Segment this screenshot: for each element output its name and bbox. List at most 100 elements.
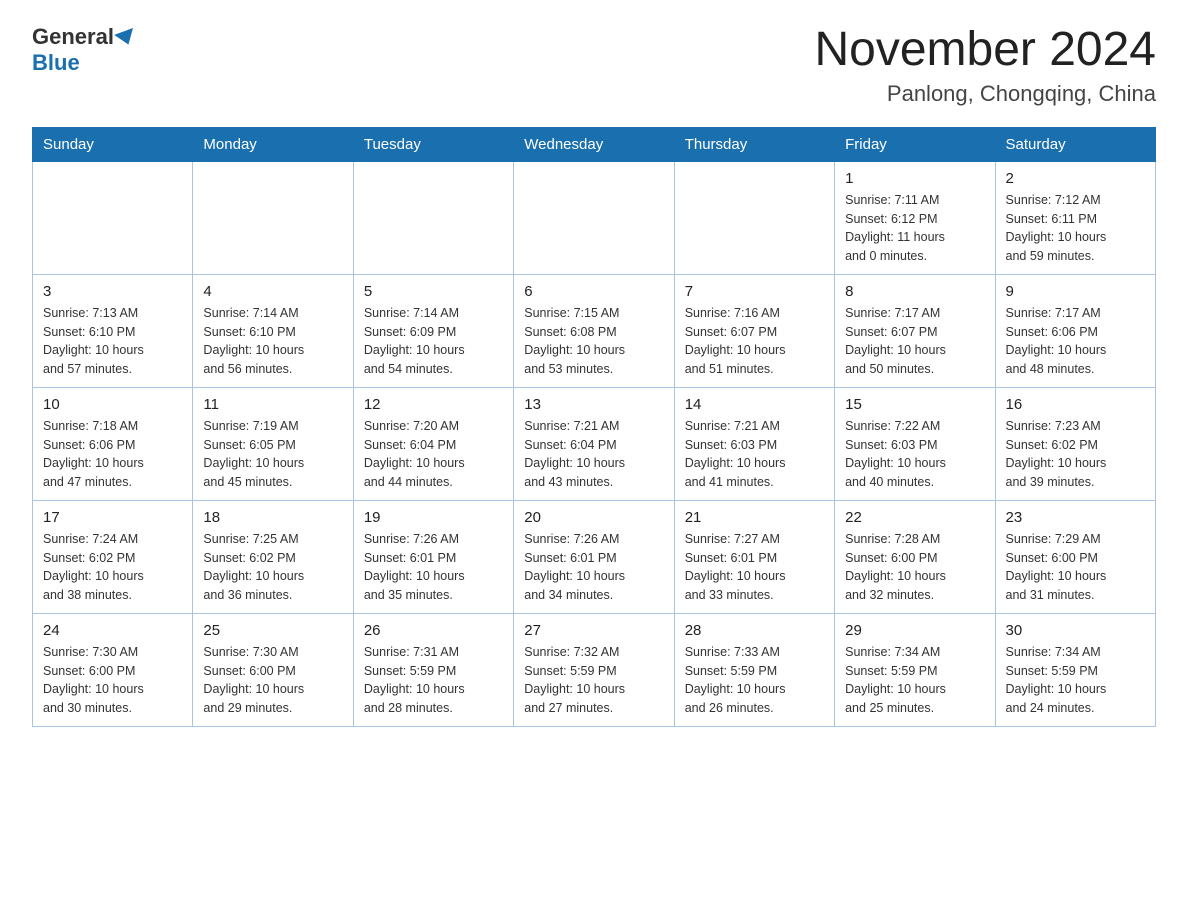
calendar-cell [674,161,834,274]
calendar-cell: 22 Sunrise: 7:28 AM Sunset: 6:00 PM Dayli… [835,500,995,613]
day-info: Sunrise: 7:18 AM Sunset: 6:06 PM Dayligh… [43,417,182,492]
day-info: Sunrise: 7:34 AM Sunset: 5:59 PM Dayligh… [1006,643,1145,718]
day-info: Sunrise: 7:21 AM Sunset: 6:04 PM Dayligh… [524,417,663,492]
day-info: Sunrise: 7:22 AM Sunset: 6:03 PM Dayligh… [845,417,984,492]
day-info: Sunrise: 7:12 AM Sunset: 6:11 PM Dayligh… [1006,191,1145,266]
calendar-cell: 13 Sunrise: 7:21 AM Sunset: 6:04 PM Dayli… [514,387,674,500]
calendar-cell: 2 Sunrise: 7:12 AM Sunset: 6:11 PM Daylig… [995,161,1155,274]
calendar-cell: 10 Sunrise: 7:18 AM Sunset: 6:06 PM Dayli… [33,387,193,500]
day-info: Sunrise: 7:24 AM Sunset: 6:02 PM Dayligh… [43,530,182,605]
day-info: Sunrise: 7:34 AM Sunset: 5:59 PM Dayligh… [845,643,984,718]
day-number: 10 [43,396,182,413]
calendar-cell: 29 Sunrise: 7:34 AM Sunset: 5:59 PM Dayli… [835,613,995,726]
calendar-cell: 27 Sunrise: 7:32 AM Sunset: 5:59 PM Dayli… [514,613,674,726]
calendar-header-row: SundayMondayTuesdayWednesdayThursdayFrid… [33,127,1156,161]
column-header-thursday: Thursday [674,127,834,161]
calendar-cell: 16 Sunrise: 7:23 AM Sunset: 6:02 PM Dayli… [995,387,1155,500]
calendar-cell: 26 Sunrise: 7:31 AM Sunset: 5:59 PM Dayli… [353,613,513,726]
day-number: 21 [685,509,824,526]
day-info: Sunrise: 7:23 AM Sunset: 6:02 PM Dayligh… [1006,417,1145,492]
day-number: 24 [43,622,182,639]
day-number: 6 [524,283,663,300]
calendar-cell: 5Sunrise: 7:14 AM Sunset: 6:09 PM Daylig… [353,274,513,387]
title-area: November 2024 Panlong, Chongqing, China [814,24,1156,107]
calendar-cell: 9Sunrise: 7:17 AM Sunset: 6:06 PM Daylig… [995,274,1155,387]
calendar-cell: 28Sunrise: 7:33 AM Sunset: 5:59 PM Dayli… [674,613,834,726]
day-info: Sunrise: 7:19 AM Sunset: 6:05 PM Dayligh… [203,417,342,492]
calendar-cell: 23 Sunrise: 7:29 AM Sunset: 6:00 PM Dayli… [995,500,1155,613]
day-info: Sunrise: 7:25 AM Sunset: 6:02 PM Dayligh… [203,530,342,605]
calendar-table: SundayMondayTuesdayWednesdayThursdayFrid… [32,127,1156,727]
day-number: 19 [364,509,503,526]
column-header-sunday: Sunday [33,127,193,161]
calendar-cell: 18 Sunrise: 7:25 AM Sunset: 6:02 PM Dayli… [193,500,353,613]
day-number: 4 [203,283,342,300]
day-info: Sunrise: 7:30 AM Sunset: 6:00 PM Dayligh… [203,643,342,718]
logo-blue-text: Blue [32,50,136,76]
calendar-cell: 6Sunrise: 7:15 AM Sunset: 6:08 PM Daylig… [514,274,674,387]
calendar-cell: 15Sunrise: 7:22 AM Sunset: 6:03 PM Dayli… [835,387,995,500]
day-info: Sunrise: 7:33 AM Sunset: 5:59 PM Dayligh… [685,643,824,718]
day-number: 29 [845,622,984,639]
day-number: 25 [203,622,342,639]
logo-general-text: General [32,24,114,50]
calendar-week-row: 17 Sunrise: 7:24 AM Sunset: 6:02 PM Dayli… [33,500,1156,613]
day-number: 27 [524,622,663,639]
day-info: Sunrise: 7:17 AM Sunset: 6:07 PM Dayligh… [845,304,984,379]
location-subtitle: Panlong, Chongqing, China [814,81,1156,107]
day-number: 9 [1006,283,1145,300]
day-number: 17 [43,509,182,526]
day-info: Sunrise: 7:26 AM Sunset: 6:01 PM Dayligh… [524,530,663,605]
calendar-cell: 1 Sunrise: 7:11 AM Sunset: 6:12 PM Daylig… [835,161,995,274]
day-info: Sunrise: 7:26 AM Sunset: 6:01 PM Dayligh… [364,530,503,605]
day-number: 16 [1006,396,1145,413]
day-number: 1 [845,170,984,187]
day-info: Sunrise: 7:13 AM Sunset: 6:10 PM Dayligh… [43,304,182,379]
day-number: 30 [1006,622,1145,639]
day-number: 20 [524,509,663,526]
calendar-cell: 14 Sunrise: 7:21 AM Sunset: 6:03 PM Dayli… [674,387,834,500]
day-number: 7 [685,283,824,300]
day-info: Sunrise: 7:29 AM Sunset: 6:00 PM Dayligh… [1006,530,1145,605]
column-header-friday: Friday [835,127,995,161]
calendar-cell: 24 Sunrise: 7:30 AM Sunset: 6:00 PM Dayli… [33,613,193,726]
day-info: Sunrise: 7:11 AM Sunset: 6:12 PM Dayligh… [845,191,984,266]
day-info: Sunrise: 7:28 AM Sunset: 6:00 PM Dayligh… [845,530,984,605]
calendar-cell: 30 Sunrise: 7:34 AM Sunset: 5:59 PM Dayli… [995,613,1155,726]
day-info: Sunrise: 7:14 AM Sunset: 6:09 PM Dayligh… [364,304,503,379]
day-info: Sunrise: 7:32 AM Sunset: 5:59 PM Dayligh… [524,643,663,718]
day-info: Sunrise: 7:31 AM Sunset: 5:59 PM Dayligh… [364,643,503,718]
calendar-week-row: 3 Sunrise: 7:13 AM Sunset: 6:10 PM Daylig… [33,274,1156,387]
calendar-cell: 19 Sunrise: 7:26 AM Sunset: 6:01 PM Dayli… [353,500,513,613]
day-number: 13 [524,396,663,413]
logo: General Blue [32,24,136,76]
day-info: Sunrise: 7:20 AM Sunset: 6:04 PM Dayligh… [364,417,503,492]
calendar-cell: 11 Sunrise: 7:19 AM Sunset: 6:05 PM Dayli… [193,387,353,500]
day-number: 14 [685,396,824,413]
month-title: November 2024 [814,24,1156,77]
calendar-week-row: 1 Sunrise: 7:11 AM Sunset: 6:12 PM Daylig… [33,161,1156,274]
calendar-cell: 3 Sunrise: 7:13 AM Sunset: 6:10 PM Daylig… [33,274,193,387]
day-number: 23 [1006,509,1145,526]
day-info: Sunrise: 7:16 AM Sunset: 6:07 PM Dayligh… [685,304,824,379]
day-number: 11 [203,396,342,413]
day-number: 22 [845,509,984,526]
day-number: 26 [364,622,503,639]
page-header: General Blue November 2024 Panlong, Chon… [32,24,1156,107]
calendar-cell: 25 Sunrise: 7:30 AM Sunset: 6:00 PM Dayli… [193,613,353,726]
calendar-cell: 7 Sunrise: 7:16 AM Sunset: 6:07 PM Daylig… [674,274,834,387]
day-number: 18 [203,509,342,526]
column-header-wednesday: Wednesday [514,127,674,161]
calendar-cell: 12 Sunrise: 7:20 AM Sunset: 6:04 PM Dayli… [353,387,513,500]
day-info: Sunrise: 7:30 AM Sunset: 6:00 PM Dayligh… [43,643,182,718]
day-number: 12 [364,396,503,413]
day-info: Sunrise: 7:27 AM Sunset: 6:01 PM Dayligh… [685,530,824,605]
calendar-cell: 21 Sunrise: 7:27 AM Sunset: 6:01 PM Dayli… [674,500,834,613]
calendar-cell: 17 Sunrise: 7:24 AM Sunset: 6:02 PM Dayli… [33,500,193,613]
calendar-week-row: 10 Sunrise: 7:18 AM Sunset: 6:06 PM Dayli… [33,387,1156,500]
day-number: 3 [43,283,182,300]
day-number: 2 [1006,170,1145,187]
day-info: Sunrise: 7:21 AM Sunset: 6:03 PM Dayligh… [685,417,824,492]
calendar-week-row: 24 Sunrise: 7:30 AM Sunset: 6:00 PM Dayli… [33,613,1156,726]
calendar-cell [353,161,513,274]
